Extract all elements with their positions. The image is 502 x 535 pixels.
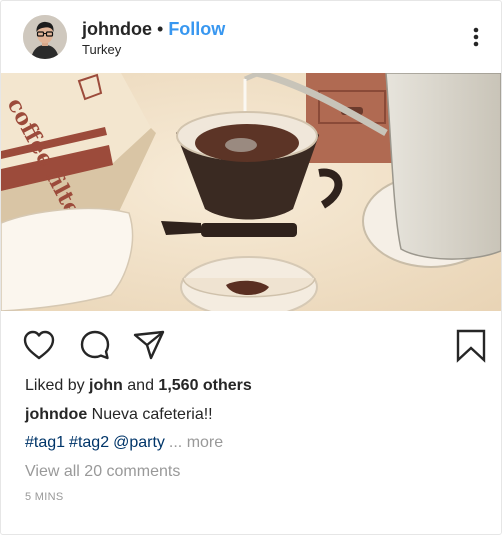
view-comments-link[interactable]: View all 20 comments xyxy=(25,461,180,483)
username-link[interactable]: johndoe xyxy=(82,19,152,39)
post-photo[interactable]: coffee filter xyxy=(1,73,501,311)
heart-icon[interactable] xyxy=(21,327,57,363)
location-link[interactable]: Turkey xyxy=(82,42,121,58)
action-bar xyxy=(1,319,501,369)
coffee-illustration: coffee filter xyxy=(1,73,501,311)
username-line: johndoe • Follow xyxy=(82,18,225,40)
follow-button[interactable]: Follow xyxy=(168,19,225,39)
more-link[interactable]: ... more xyxy=(169,434,223,451)
bookmark-icon[interactable] xyxy=(453,327,489,363)
post-timestamp: 5 MINS xyxy=(25,491,64,503)
hashtag-link[interactable]: #tag2 xyxy=(69,434,109,451)
likes-summary: Liked by john and 1,560 others xyxy=(25,375,252,397)
caption: johndoe Nueva cafeteria!! xyxy=(25,404,213,426)
more-options-icon[interactable] xyxy=(471,25,481,49)
comment-icon[interactable] xyxy=(77,327,113,363)
avatar-image xyxy=(23,15,67,59)
post-card: johndoe • Follow Turkey coffee filter Li… xyxy=(0,0,502,535)
liked-by-user-link[interactable]: john xyxy=(89,377,123,394)
post-header: johndoe • Follow Turkey xyxy=(1,1,501,73)
others-likes-link[interactable]: 1,560 others xyxy=(158,377,251,394)
caption-username-link[interactable]: johndoe xyxy=(25,406,87,423)
avatar[interactable] xyxy=(23,15,67,59)
separator-dot: • xyxy=(157,19,164,39)
send-icon[interactable] xyxy=(131,327,167,363)
hashtag-link[interactable]: #tag1 xyxy=(25,434,65,451)
mention-link[interactable]: @party xyxy=(113,434,165,451)
likes-prefix: Liked by xyxy=(25,377,85,394)
caption-text: Nueva cafeteria!! xyxy=(91,406,213,423)
hashtags-line: #tag1 #tag2 @party... more xyxy=(25,432,223,454)
likes-joiner: and xyxy=(127,377,154,394)
